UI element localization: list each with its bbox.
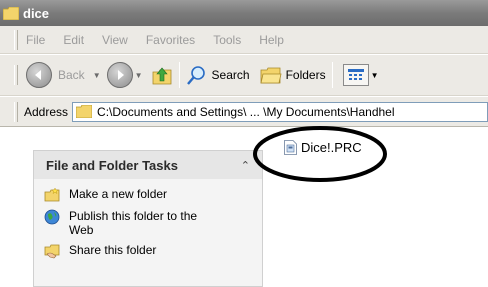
address-path: C:\Documents and Settings\ ... \My Docum… (97, 104, 395, 119)
task-pane: File and Folder Tasks ⌃ Make a new folde… (0, 128, 275, 287)
menu-grip (14, 29, 18, 50)
menu-view[interactable]: View (102, 33, 128, 47)
task-panel-header[interactable]: File and Folder Tasks ⌃ (33, 150, 263, 179)
address-bar: Address C:\Documents and Settings\ ... \… (0, 97, 488, 127)
forward-button[interactable]: ▼ (106, 62, 149, 88)
forward-arrow-icon (106, 62, 133, 88)
task-panel-title: File and Folder Tasks (46, 157, 178, 173)
menu-edit[interactable]: Edit (63, 33, 84, 47)
file-folder-tasks-panel: File and Folder Tasks ⌃ Make a new folde… (33, 150, 263, 287)
menu-favorites[interactable]: Favorites (146, 33, 195, 47)
forward-dropdown-icon[interactable]: ▼ (135, 71, 143, 80)
back-arrow-icon (26, 62, 52, 88)
address-grip (14, 101, 18, 122)
views-dropdown-icon[interactable]: ▼ (371, 71, 379, 80)
task-publish-to-web[interactable]: Publish this folder to the Web (44, 209, 262, 237)
back-dropdown-icon[interactable]: ▼ (93, 71, 101, 80)
collapse-chevron-icon[interactable]: ⌃ (241, 159, 250, 172)
folders-button[interactable]: Folders (260, 65, 326, 85)
menu-bar: File Edit View Favorites Tools Help (0, 26, 488, 54)
globe-icon (44, 209, 60, 225)
task-list: Make a new folder Publish this folder to… (33, 179, 263, 287)
folders-icon (260, 67, 282, 84)
window-title: dice (23, 5, 50, 21)
back-label: Back (58, 68, 85, 82)
toolbar-separator (178, 62, 180, 88)
task-share-folder[interactable]: Share this folder (44, 243, 262, 259)
up-folder-icon[interactable] (151, 64, 173, 86)
standard-toolbar: Back ▼ ▼ Search Folders ▼ (0, 55, 488, 96)
search-icon (186, 66, 205, 85)
search-label: Search (211, 68, 250, 82)
title-bar: dice (0, 0, 488, 26)
task-label: Share this folder (69, 243, 157, 257)
views-button[interactable]: ▼ (339, 64, 385, 86)
new-folder-icon (44, 187, 60, 202)
menu-file[interactable]: File (26, 33, 45, 47)
views-icon (342, 64, 369, 86)
annotation-ellipse (253, 126, 387, 182)
folders-label: Folders (285, 68, 326, 82)
search-button[interactable]: Search (186, 64, 250, 86)
folder-icon (76, 105, 93, 118)
menu-help[interactable]: Help (259, 33, 284, 47)
address-input[interactable]: C:\Documents and Settings\ ... \My Docum… (72, 101, 488, 122)
task-label: Make a new folder (69, 187, 168, 201)
menu-tools[interactable]: Tools (213, 33, 241, 47)
back-button[interactable]: Back ▼ (26, 62, 107, 88)
address-label: Address (24, 104, 69, 119)
share-folder-icon (44, 244, 60, 259)
task-label: Publish this folder to the Web (69, 209, 198, 237)
folder-icon (3, 6, 19, 20)
task-make-new-folder[interactable]: Make a new folder (44, 187, 262, 203)
toolbar-separator (331, 62, 333, 88)
toolbar-grip (14, 65, 18, 85)
